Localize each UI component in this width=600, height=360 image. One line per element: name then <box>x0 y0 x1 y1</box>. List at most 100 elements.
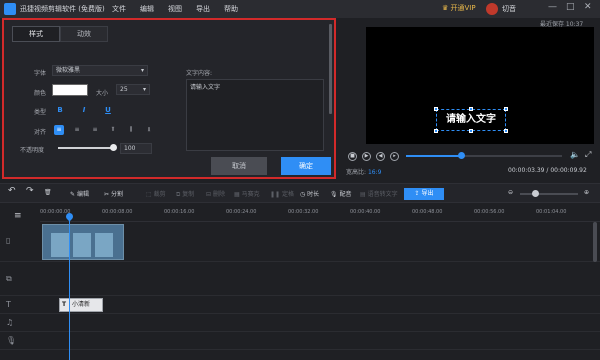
ruler-tick: 00:00:40.00 <box>350 209 381 215</box>
music-track-icon: ♫ <box>6 318 14 327</box>
volume-icon[interactable]: 🔈 <box>570 150 580 159</box>
resize-handle[interactable] <box>434 129 438 133</box>
add-track-icon[interactable]: ≡ <box>14 211 22 221</box>
prev-frame-icon[interactable]: ◀ <box>376 152 385 161</box>
edit-button[interactable]: ✎ 编辑 <box>70 189 89 198</box>
align-right-icon[interactable]: ≡ <box>90 125 100 135</box>
ruler-tick: 00:01:04.00 <box>536 209 567 215</box>
cancel-button[interactable]: 取消 <box>211 157 267 175</box>
align-center-icon[interactable]: ≡ <box>72 125 82 135</box>
play-icon[interactable]: ▶ <box>362 152 371 161</box>
crop-label: 裁剪 <box>153 191 166 198</box>
split-button[interactable]: ✂ 分割 <box>104 189 123 198</box>
progress-handle[interactable] <box>457 152 465 159</box>
size-select[interactable]: 25 ▾ <box>116 84 150 95</box>
confirm-button[interactable]: 确定 <box>281 157 331 175</box>
ruler-tick: 00:00:32.00 <box>288 209 319 215</box>
delete-icon[interactable]: 🗑 <box>44 189 52 196</box>
minimize-icon[interactable]: — <box>548 2 557 12</box>
text-content-input[interactable]: 请输入文字 <box>186 79 324 151</box>
resize-handle[interactable] <box>469 107 473 111</box>
tab-style[interactable]: 样式 <box>12 26 60 42</box>
progress-fill <box>406 155 461 157</box>
duration-button[interactable]: ◷ 时长 <box>300 189 319 198</box>
mosaic-label: 马赛克 <box>241 191 260 198</box>
redo-icon[interactable]: ↷ <box>26 186 34 196</box>
app-title: 迅捷视频剪辑软件 (免费版) <box>20 5 105 13</box>
title-bar: 迅捷视频剪辑软件 (免费版) 文件 编辑 视图 导出 帮助 ♛ 开通VIP 切音… <box>0 0 600 18</box>
copy-label: 复制 <box>182 191 195 198</box>
export-label: 导出 <box>421 190 434 197</box>
app-logo-icon <box>4 3 16 15</box>
copy-button[interactable]: ⧉ 复制 <box>176 189 194 199</box>
resize-handle[interactable] <box>434 107 438 111</box>
resize-handle[interactable] <box>504 129 508 133</box>
menu-file[interactable]: 文件 <box>112 4 126 14</box>
type-label: 类型 <box>34 109 47 116</box>
color-swatch[interactable] <box>52 84 88 96</box>
menu-help[interactable]: 帮助 <box>224 4 238 14</box>
align-top-icon[interactable]: ⫪ <box>108 125 118 135</box>
stop-icon[interactable]: ■ <box>348 152 357 161</box>
aspect-ratio[interactable]: 宽高比: 16:9 <box>346 167 381 176</box>
music-track <box>0 314 600 332</box>
ruler-tick: 00:00:56.00 <box>474 209 505 215</box>
pip-track-icon: ⧉ <box>6 274 12 283</box>
text-content-label: 文字内容: <box>186 70 213 77</box>
video-clip[interactable] <box>42 224 124 260</box>
next-frame-icon[interactable]: ▸ <box>390 152 399 161</box>
fullscreen-icon[interactable]: ⤢ <box>585 150 591 160</box>
delete-button[interactable]: ⊟ 删除 <box>206 189 225 198</box>
dub-button[interactable]: 🎙 配音 <box>330 189 352 198</box>
timeline-scrollbar[interactable] <box>593 222 597 262</box>
avatar[interactable] <box>486 3 498 15</box>
undo-icon[interactable]: ↶ <box>8 186 16 196</box>
zoom-in-icon[interactable]: ⊕ <box>584 189 589 196</box>
freeze-button[interactable]: ❚❚ 定格 <box>270 189 294 198</box>
clip-thumbnail <box>95 233 113 257</box>
edit-toolbar: ↶ ↷ 🗑 ✎ 编辑 ✂ 分割 ⬚ 裁剪 ⧉ 复制 ⊟ 删除 ▦ 马赛克 ❚❚ … <box>0 183 600 203</box>
size-label: 大小 <box>96 90 109 97</box>
menu-view[interactable]: 视图 <box>168 4 182 14</box>
text-overlay[interactable]: 请输入文字 <box>434 107 508 133</box>
tab-animation[interactable]: 动效 <box>60 26 108 42</box>
pip-track <box>0 262 600 296</box>
mosaic-button[interactable]: ▦ 马赛克 <box>234 189 260 198</box>
timeline-ruler[interactable]: 00:00:00.00 00:00:08.00 00:00:16.00 00:0… <box>40 208 600 222</box>
zoom-out-icon[interactable]: ⊖ <box>508 189 513 196</box>
resize-handle[interactable] <box>504 107 508 111</box>
align-left-icon[interactable]: ≡ <box>54 125 64 135</box>
clip-thumbnail <box>73 233 91 257</box>
opacity-slider-handle[interactable] <box>110 144 117 151</box>
time-display: 00:00:03.39 / 00:00:09.92 <box>508 167 587 174</box>
speech-to-text-button[interactable]: ▤ 语音转文字 <box>360 189 398 198</box>
vip-label: 开通VIP <box>450 4 476 12</box>
crop-button[interactable]: ⬚ 裁剪 <box>146 189 166 198</box>
font-value: 微软雅黑 <box>56 67 81 74</box>
underline-button[interactable]: U <box>104 106 112 114</box>
panel-scrollbar[interactable] <box>329 24 332 114</box>
resize-handle[interactable] <box>469 129 473 133</box>
zoom-slider[interactable] <box>520 193 578 195</box>
bold-button[interactable]: B <box>56 106 64 114</box>
opacity-input[interactable]: 100 <box>120 143 152 154</box>
text-clip[interactable]: T 小清新 <box>59 298 103 312</box>
align-bottom-icon[interactable]: ⫫ <box>144 125 154 135</box>
maximize-icon[interactable]: □ <box>566 2 575 12</box>
zoom-handle[interactable] <box>532 190 539 197</box>
ruler-tick: 00:00:08.00 <box>102 209 133 215</box>
username: 切音 <box>502 5 516 13</box>
opacity-slider-track[interactable] <box>58 147 116 149</box>
close-icon[interactable]: ✕ <box>584 2 592 12</box>
aspect-ratio-label: 宽高比: <box>346 169 367 176</box>
font-select[interactable]: 微软雅黑 ▾ <box>52 65 148 76</box>
export-button[interactable]: ⇪ 导出 <box>404 188 444 200</box>
playhead-line[interactable] <box>69 214 70 360</box>
menu-export[interactable]: 导出 <box>196 4 210 14</box>
menu-edit[interactable]: 编辑 <box>140 4 154 14</box>
italic-button[interactable]: I <box>80 106 88 114</box>
clip-thumbnail <box>51 233 69 257</box>
vip-button[interactable]: ♛ 开通VIP <box>442 3 476 13</box>
ruler-tick: 00:00:48.00 <box>412 209 443 215</box>
align-middle-icon[interactable]: ⫼ <box>126 125 136 135</box>
